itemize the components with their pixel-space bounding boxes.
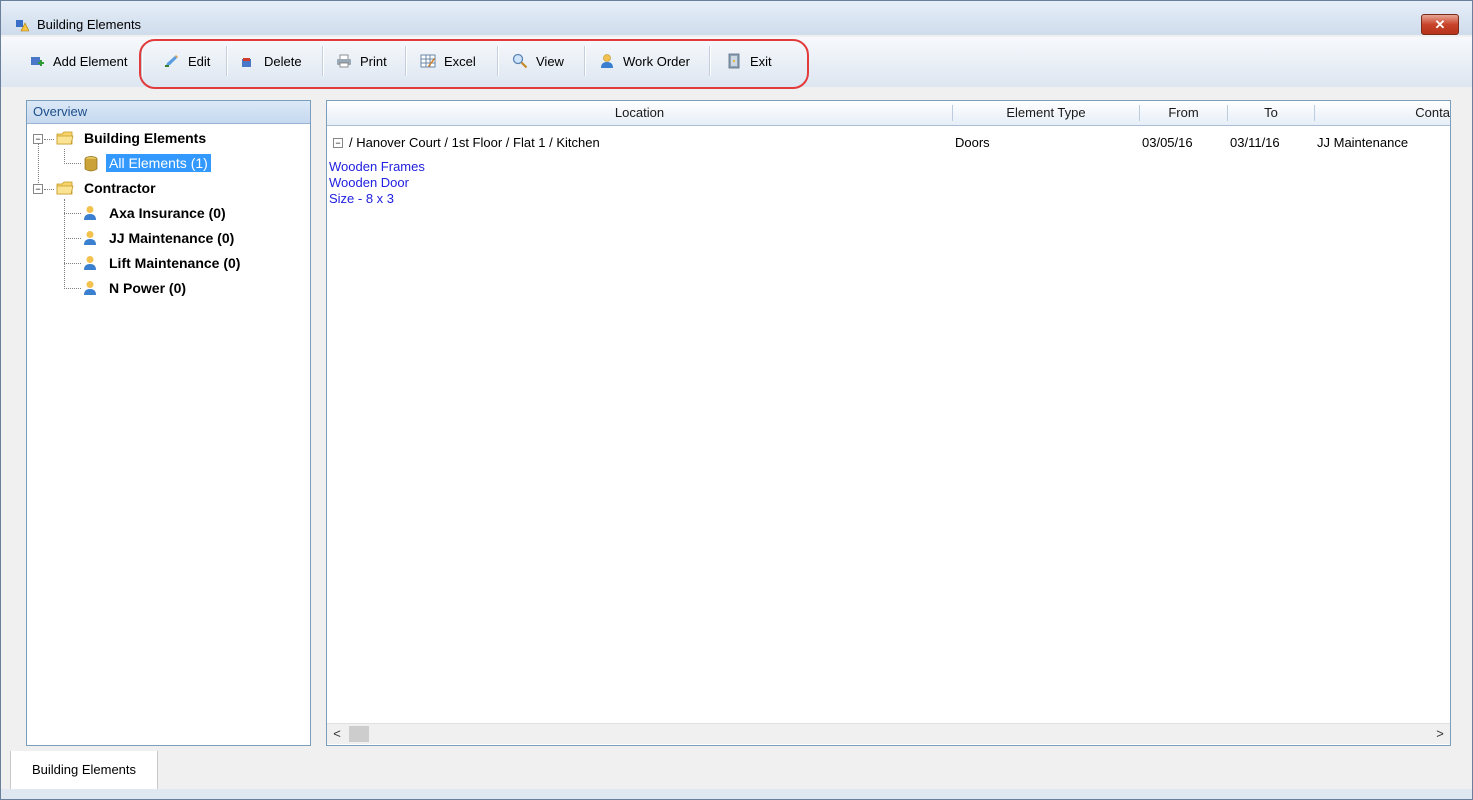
tree-connector — [64, 213, 81, 214]
scroll-left-icon[interactable]: < — [327, 724, 347, 744]
cell-from[interactable]: 03/05/16 — [1142, 135, 1193, 150]
scroll-right-icon[interactable]: > — [1430, 724, 1450, 744]
column-header-location[interactable]: Location — [327, 101, 952, 125]
folder-icon — [56, 131, 74, 145]
column-header-to[interactable]: To — [1228, 101, 1314, 125]
app-icon — [16, 20, 29, 32]
close-icon: ✕ — [1434, 17, 1446, 32]
add-element-label: Add Element — [53, 53, 128, 69]
tree-connector — [64, 263, 81, 264]
column-header-from[interactable]: From — [1140, 101, 1227, 125]
grid-header: Location Element Type From To Conta — [327, 101, 1450, 126]
tree-connector — [64, 238, 81, 239]
tree-node-contractor-item[interactable]: Lift Maintenance (0) — [109, 255, 240, 271]
toolbar-highlight-outline — [139, 39, 809, 89]
column-header-element-type[interactable]: Element Type — [953, 101, 1139, 125]
add-element-icon — [31, 57, 44, 66]
person-icon — [84, 281, 96, 295]
database-icon — [84, 156, 98, 172]
column-header-contractor[interactable]: Conta — [1315, 101, 1450, 125]
overview-header: Overview — [27, 101, 310, 124]
detail-line: Wooden Door — [329, 175, 409, 190]
close-button[interactable]: ✕ — [1421, 14, 1459, 35]
cell-contractor[interactable]: JJ Maintenance — [1317, 135, 1408, 150]
scroll-thumb[interactable] — [349, 726, 369, 742]
cell-element-type[interactable]: Doors — [955, 135, 990, 150]
tree-connector — [64, 288, 81, 289]
tree-connector — [64, 163, 81, 164]
main-window: Building Elements ✕ Add Element Edit Del… — [0, 0, 1473, 800]
tree-connector — [44, 189, 54, 190]
tree-node-contractor-item[interactable]: Axa Insurance (0) — [109, 205, 226, 221]
tree-node-all-elements[interactable]: All Elements (1) — [106, 154, 211, 172]
detail-line: Size - 8 x 3 — [329, 191, 395, 206]
window-title: Building Elements — [37, 17, 142, 32]
tree-expander-building-elements[interactable]: − — [33, 134, 43, 144]
elements-grid: Location Element Type From To Conta − / … — [326, 100, 1451, 746]
status-bar — [1, 789, 1472, 799]
tree-connector — [44, 139, 54, 140]
cell-location[interactable]: / Hanover Court / 1st Floor / Flat 1 / K… — [349, 135, 600, 150]
tree-node-contractor-item[interactable]: N Power (0) — [109, 280, 186, 296]
cell-to[interactable]: 03/11/16 — [1230, 135, 1280, 150]
person-icon — [84, 231, 96, 245]
tree-connector — [64, 149, 65, 162]
overview-panel: Overview − Building Elements All Element… — [26, 100, 311, 746]
horizontal-scrollbar[interactable]: < > — [327, 723, 1450, 744]
detail-line: Wooden Frames — [329, 159, 425, 174]
row-expander[interactable]: − — [333, 138, 343, 148]
tree-node-contractor-item[interactable]: JJ Maintenance (0) — [109, 230, 234, 246]
tree-node-building-elements[interactable]: Building Elements — [84, 130, 206, 146]
person-icon — [84, 206, 96, 220]
tab-building-elements[interactable]: Building Elements — [10, 751, 158, 790]
add-element-button[interactable]: Add Element — [29, 47, 127, 75]
tree-expander-contractor[interactable]: − — [33, 184, 43, 194]
title-bar: Building Elements ✕ — [1, 1, 1472, 35]
tree-node-contractor[interactable]: Contractor — [84, 180, 156, 196]
folder-icon — [56, 181, 74, 195]
person-icon — [84, 256, 96, 270]
tab-strip: Building Elements — [1, 751, 1472, 790]
